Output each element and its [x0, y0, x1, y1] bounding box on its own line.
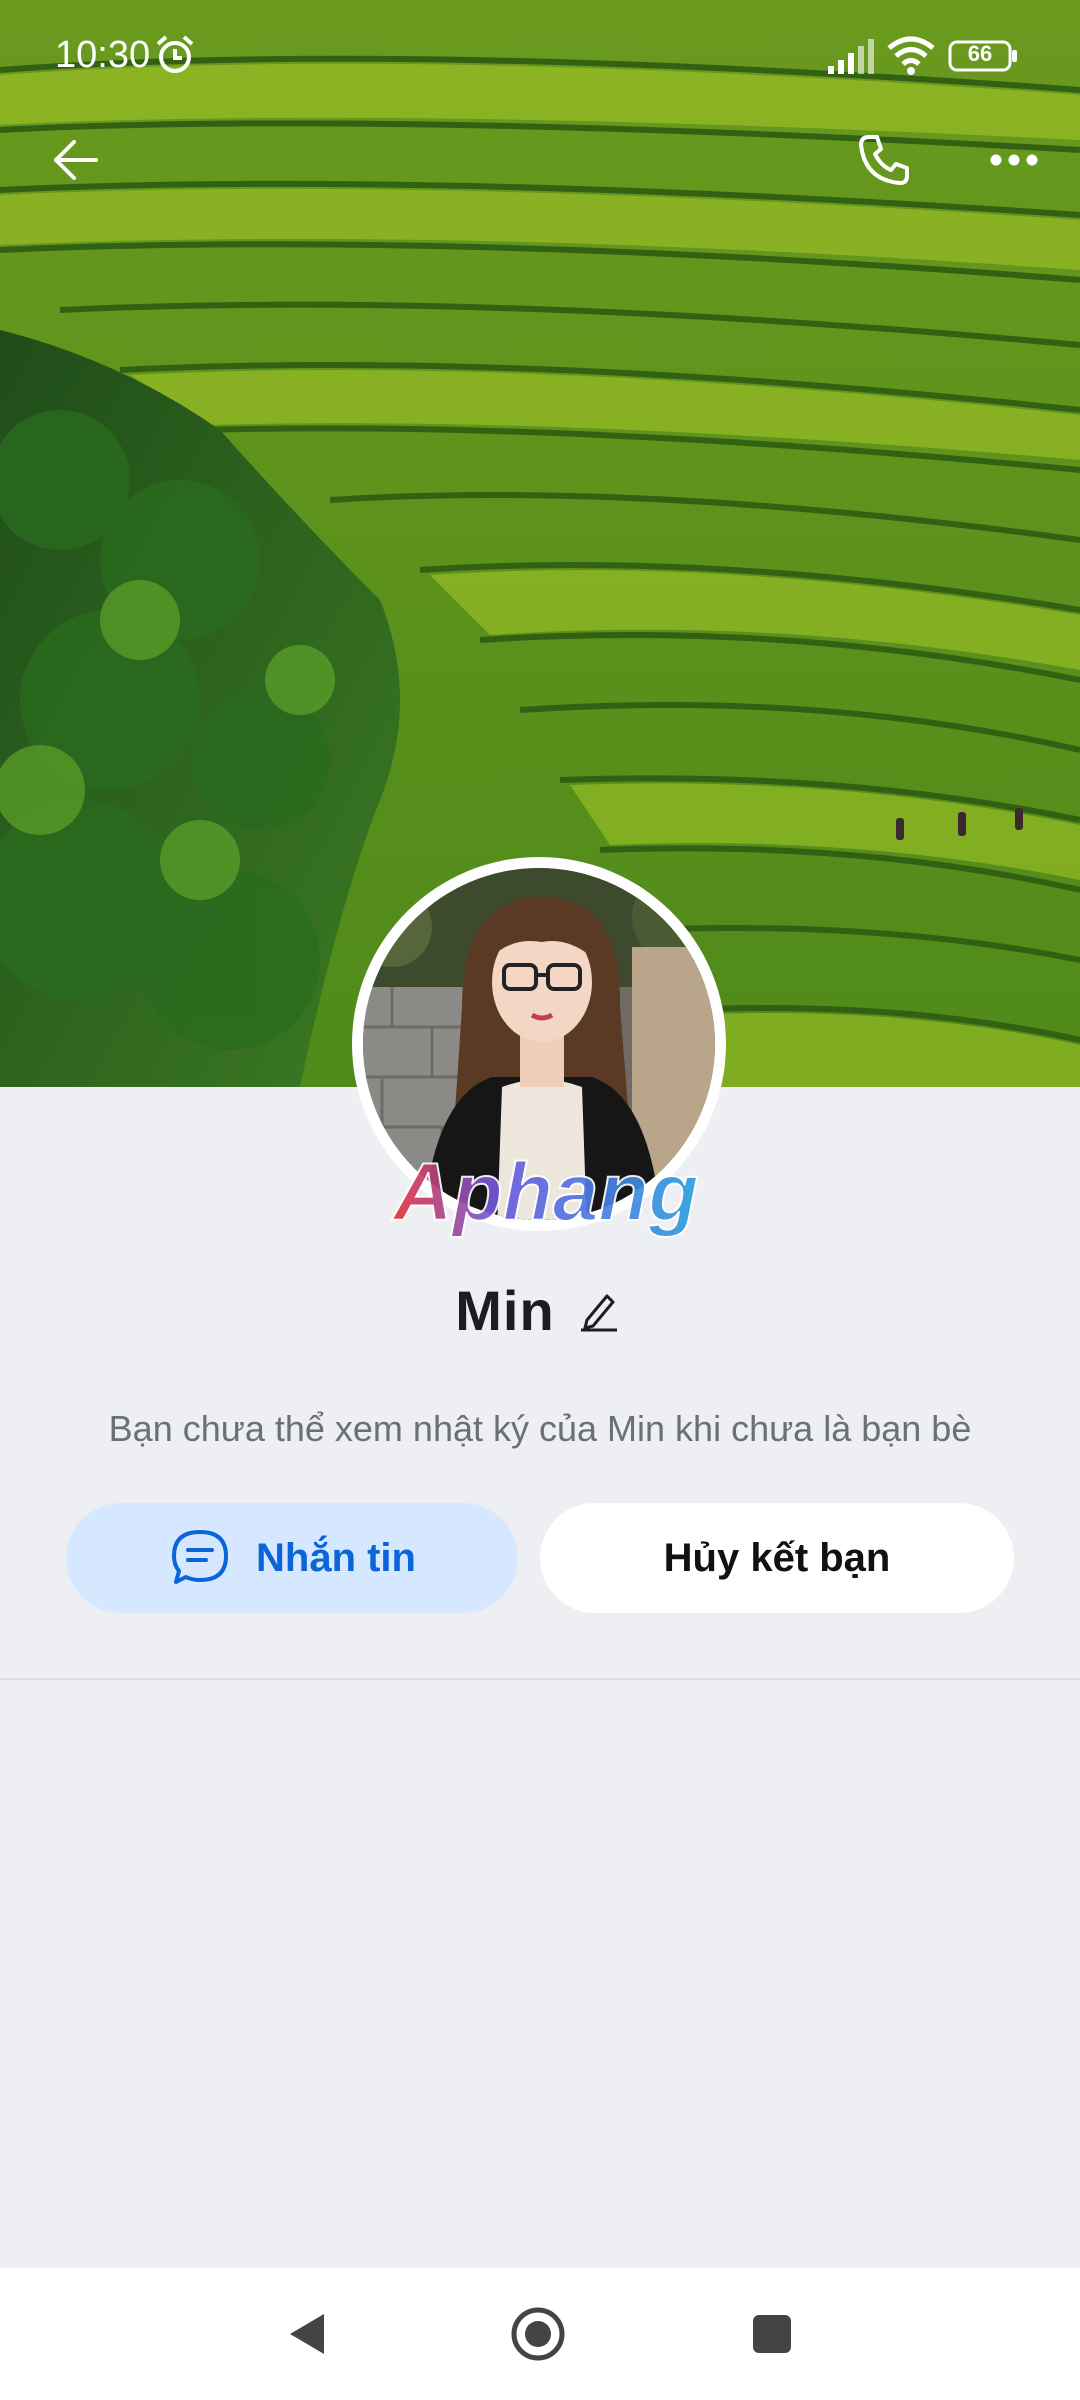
message-label: Nhắn tin — [256, 1535, 416, 1580]
battery-level: 66 — [967, 41, 993, 66]
nav-recent-icon — [753, 2315, 791, 2353]
unfriend-label: Hủy kết bạn — [663, 1535, 891, 1580]
chat-icon — [172, 1530, 228, 1584]
alarm-icon — [156, 35, 194, 73]
phone-icon — [859, 135, 909, 185]
more-icon — [990, 154, 1038, 166]
nav-home-button[interactable] — [506, 2302, 570, 2366]
section-divider — [0, 1678, 1080, 1680]
pencil-icon — [580, 1294, 617, 1332]
nav-back-button[interactable] — [274, 2302, 338, 2366]
status-time: 10:30 — [55, 34, 151, 76]
more-button[interactable] — [974, 120, 1054, 200]
diary-notice: Bạn chưa thể xem nhật ký của Min khi chư… — [108, 1408, 972, 1449]
svg-text:Aphang: Aphang — [391, 1150, 698, 1238]
wifi-icon — [887, 36, 935, 75]
signal-icon — [828, 39, 874, 74]
watermark-logo: Aphang — [376, 1150, 716, 1245]
nav-back-icon — [290, 2314, 324, 2354]
unfriend-button[interactable]: Hủy kết bạn — [540, 1503, 1014, 1613]
message-button[interactable]: Nhắn tin — [66, 1503, 518, 1613]
back-arrow-icon — [54, 140, 98, 180]
nav-home-icon — [511, 2307, 565, 2361]
profile-name-row: Min — [0, 1270, 1080, 1350]
call-button[interactable] — [844, 120, 924, 200]
back-button[interactable] — [36, 120, 116, 200]
edit-name-button[interactable] — [573, 1284, 625, 1336]
nav-recent-button[interactable] — [740, 2302, 804, 2366]
profile-name: Min — [455, 1278, 555, 1342]
status-bar: 10:30 66 — [0, 0, 1080, 110]
system-navigation-bar — [0, 2268, 1080, 2400]
